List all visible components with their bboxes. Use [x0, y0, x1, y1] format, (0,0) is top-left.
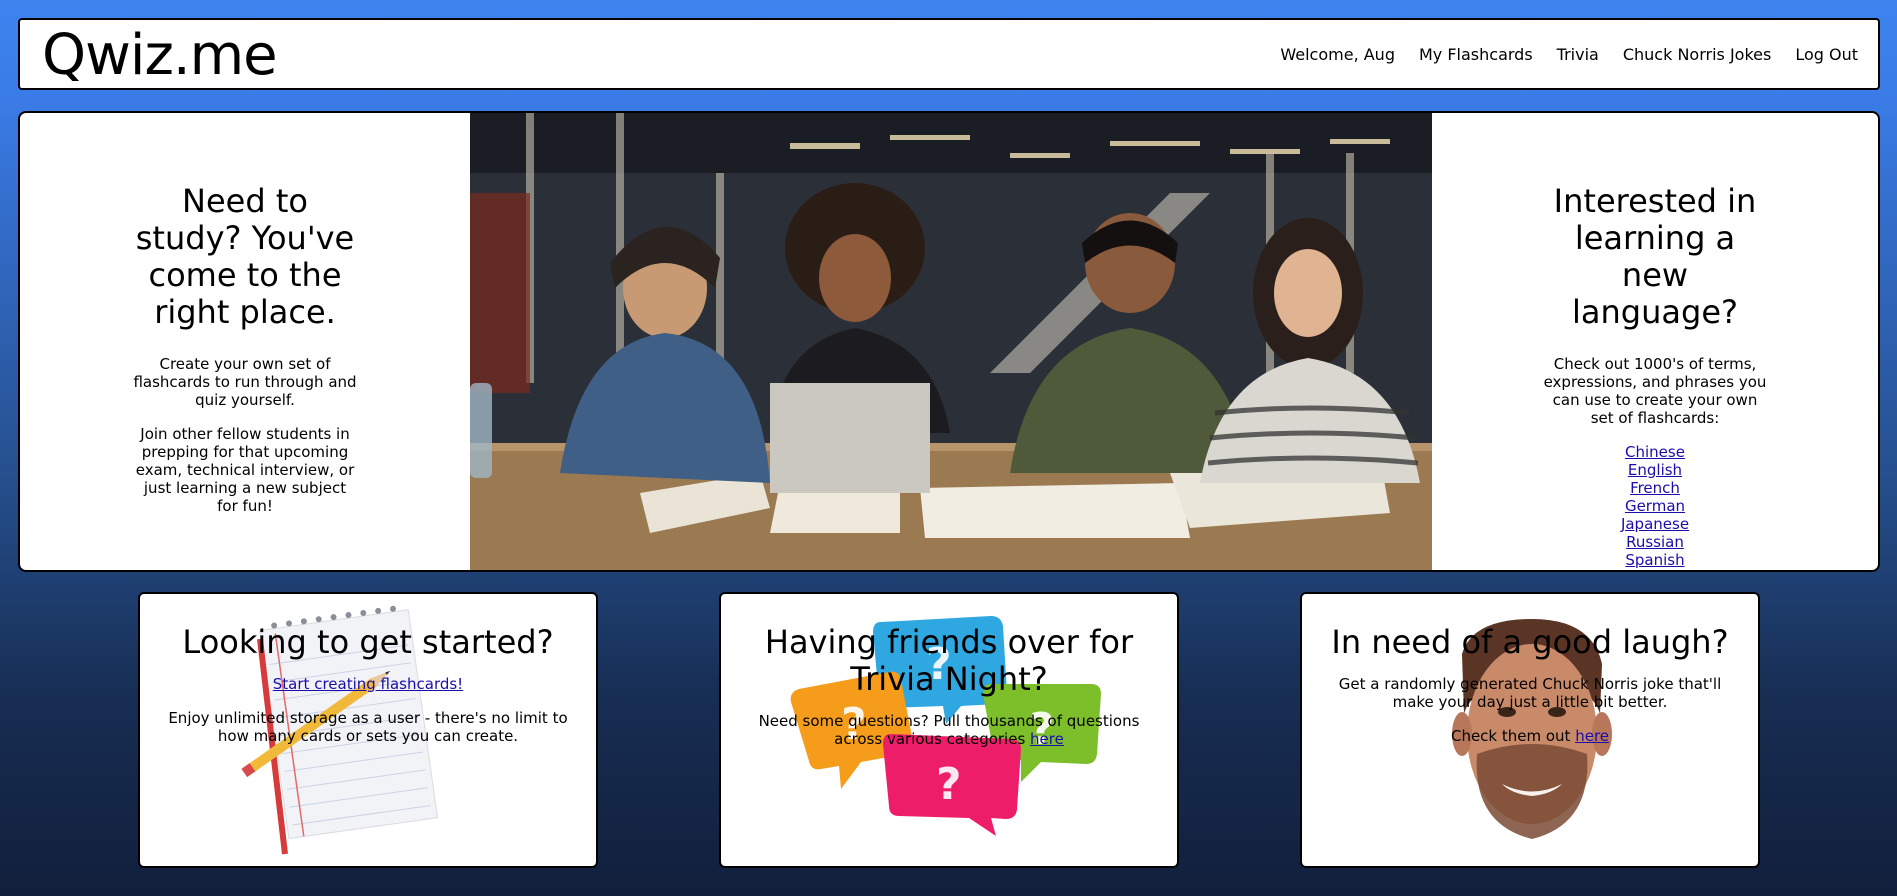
language-link-french[interactable]: French [1630, 479, 1680, 497]
card-get-started: Looking to get started? Start creating f… [138, 592, 598, 868]
hero-language-panel: Interested in learning a new language? C… [1432, 113, 1878, 570]
list-item: Russian [1432, 533, 1878, 551]
hero-study-text-2: Join other fellow students in prepping f… [135, 425, 355, 515]
card-laugh-title: In need of a good laugh? [1331, 623, 1729, 661]
nav-trivia[interactable]: Trivia [1557, 45, 1599, 64]
nav-log-out[interactable]: Log Out [1795, 45, 1858, 64]
hero-study-title: Need to study? You've come to the right … [135, 182, 355, 331]
card-trivia: ?? ?? Having friends over for Trivia Nig… [719, 592, 1179, 868]
card-laugh-text-2: Check them out [1450, 727, 1576, 745]
hero-language-text: Check out 1000's of terms, expressions, … [1543, 355, 1767, 427]
hero-language-title: Interested in learning a new language? [1553, 182, 1757, 331]
nav-my-flashcards[interactable]: My Flashcards [1419, 45, 1533, 64]
card-get-started-content: Looking to get started? Start creating f… [140, 623, 596, 746]
language-link-japanese[interactable]: Japanese [1621, 515, 1689, 533]
start-creating-flashcards-link[interactable]: Start creating flashcards! [273, 675, 463, 693]
list-item: German [1432, 497, 1878, 515]
card-laugh-text: Get a randomly generated Chuck Norris jo… [1338, 675, 1722, 711]
list-item: Chinese [1432, 443, 1878, 461]
main-nav: Welcome, Aug My Flashcards Trivia Chuck … [1280, 20, 1858, 88]
card-trivia-content: Having friends over for Trivia Night? Ne… [721, 623, 1177, 749]
list-item: Spanish [1432, 551, 1878, 569]
students-photo [470, 113, 1432, 570]
language-link-english[interactable]: English [1628, 461, 1682, 479]
card-trivia-title: Having friends over for Trivia Night? [764, 623, 1134, 698]
card-laugh: In need of a good laugh? Get a randomly … [1300, 592, 1760, 868]
hero-section: Need to study? You've come to the right … [18, 111, 1880, 572]
svg-text:?: ? [936, 759, 962, 810]
language-link-spanish[interactable]: Spanish [1625, 551, 1684, 569]
card-laugh-content: In need of a good laugh? Get a randomly … [1302, 623, 1758, 746]
language-list: Chinese English French German Japanese R… [1432, 443, 1878, 569]
card-get-started-title: Looking to get started? [182, 623, 554, 661]
list-item: Japanese [1432, 515, 1878, 533]
nav-chuck-norris-jokes[interactable]: Chuck Norris Jokes [1623, 45, 1771, 64]
card-trivia-text: Need some questions? Pull thousands of q… [758, 712, 1140, 748]
list-item: French [1432, 479, 1878, 497]
hero-study-text-1: Create your own set of flashcards to run… [133, 355, 357, 409]
trivia-here-link[interactable]: here [1030, 730, 1064, 748]
language-link-russian[interactable]: Russian [1626, 533, 1684, 551]
hero-study-panel: Need to study? You've come to the right … [20, 113, 470, 570]
language-link-chinese[interactable]: Chinese [1625, 443, 1685, 461]
site-logo[interactable]: Qwiz.me [42, 24, 278, 88]
chuck-norris-here-link[interactable]: here [1575, 727, 1609, 745]
card-get-started-text: Enjoy unlimited storage as a user - ther… [168, 709, 568, 745]
list-item: English [1432, 461, 1878, 479]
site-header: Qwiz.me Welcome, Aug My Flashcards Trivi… [18, 18, 1880, 90]
language-link-german[interactable]: German [1625, 497, 1685, 515]
nav-welcome[interactable]: Welcome, Aug [1280, 45, 1395, 64]
